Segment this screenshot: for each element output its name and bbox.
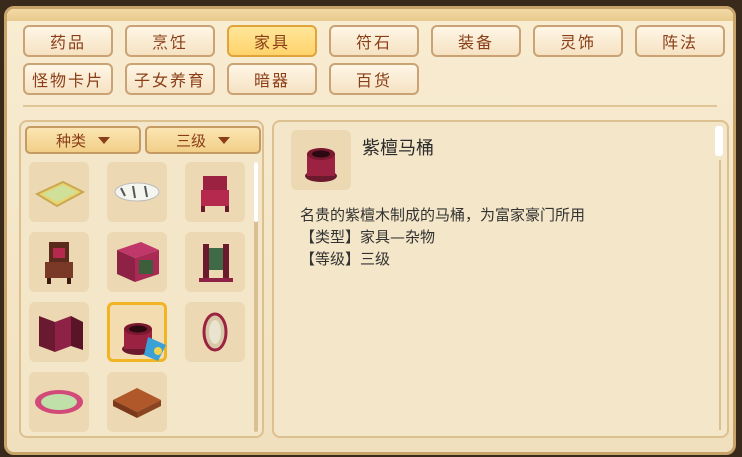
tiger-skin-icon — [114, 182, 160, 202]
chair-icon — [201, 176, 229, 212]
tab-cooking[interactable]: 烹饪 — [125, 25, 215, 57]
item-slot-tiger-skin[interactable] — [107, 162, 167, 222]
item-slot-rug[interactable] — [29, 162, 89, 222]
tab-accessory[interactable]: 灵饰 — [533, 25, 623, 57]
tab-hidden-weapon[interactable]: 暗器 — [227, 63, 317, 95]
item-type: 【类型】家具—杂物 — [300, 228, 436, 246]
chevron-down-icon — [98, 136, 110, 144]
level-dropdown-label: 三级 — [175, 131, 206, 150]
item-slot-carved-throne[interactable] — [29, 232, 89, 292]
list-scrollbar[interactable] — [254, 162, 258, 432]
rug-icon — [34, 180, 86, 208]
tab-medicine[interactable]: 药品 — [23, 25, 113, 57]
tab-child-rearing[interactable]: 子女养育 — [125, 63, 215, 95]
item-slot-folding-screen[interactable] — [29, 302, 89, 362]
divider — [23, 105, 717, 107]
tab-furniture[interactable]: 家具 — [227, 25, 317, 57]
item-description-block: 名贵的紫檀木制成的马桶，为富家豪门所用 【类型】家具—杂物 【等级】三级 — [300, 204, 585, 270]
detail-scrollbar[interactable] — [715, 126, 723, 156]
item-slot-oval-mat[interactable] — [29, 372, 89, 432]
detail-scroll-track — [719, 160, 721, 430]
tab-equipment[interactable]: 装备 — [431, 25, 521, 57]
oval-mat-icon — [35, 390, 83, 414]
tab-formation[interactable]: 阵法 — [635, 25, 725, 57]
folding-screen-icon — [39, 316, 83, 352]
detail-item-icon — [291, 130, 351, 190]
toilet-icon — [122, 323, 166, 361]
item-list-panel: 种类 三级 — [19, 120, 264, 438]
toilet-icon — [305, 148, 337, 182]
item-description: 名贵的紫檀木制成的马桶，为富家豪门所用 — [300, 206, 586, 224]
item-slot-round-mirror[interactable] — [185, 302, 245, 362]
item-name: 紫檀马桶 — [362, 138, 434, 159]
item-slot-red-chair[interactable] — [185, 162, 245, 222]
item-slot-red-cabinet[interactable] — [107, 232, 167, 292]
type-dropdown-label: 种类 — [55, 131, 86, 150]
tab-general-goods[interactable]: 百货 — [329, 63, 419, 95]
tab-runestone[interactable]: 符石 — [329, 25, 419, 57]
throne-icon — [45, 242, 73, 284]
screen-stand-icon — [199, 244, 233, 282]
floor-icon — [113, 388, 161, 418]
item-slot-wooden-floor[interactable] — [107, 372, 167, 432]
cabinet-icon — [117, 242, 159, 282]
item-slot-screen-stand[interactable] — [185, 232, 245, 292]
chevron-down-icon — [218, 136, 230, 144]
item-detail-panel: 紫檀马桶 名贵的紫檀木制成的马桶，为富家豪门所用 【类型】家具—杂物 【等级】三… — [272, 120, 729, 438]
mirror-icon — [202, 312, 228, 352]
type-dropdown[interactable]: 种类 — [25, 126, 141, 154]
item-slot-toilet-selected[interactable] — [107, 302, 167, 362]
item-level: 【等级】三级 — [300, 250, 391, 268]
level-dropdown[interactable]: 三级 — [145, 126, 261, 154]
tab-monster-card[interactable]: 怪物卡片 — [23, 63, 113, 95]
